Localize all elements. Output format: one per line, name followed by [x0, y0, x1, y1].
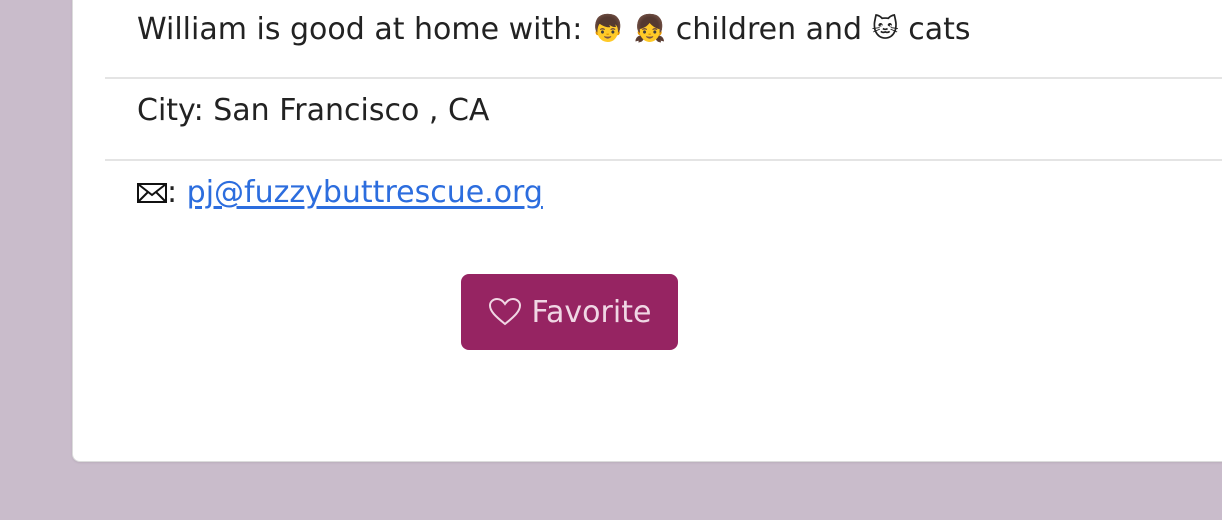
city-text: City: San Francisco , CA	[137, 93, 490, 128]
girl-emoji-icon: 👧	[633, 14, 667, 44]
heart-outline-icon	[488, 297, 521, 326]
divider	[105, 77, 1222, 79]
envelope-icon	[137, 183, 167, 203]
boy-emoji-icon: 👦	[591, 14, 625, 44]
good-with-row: William is good at home with: 👦 👧 childr…	[105, 9, 1222, 50]
children-label: children and	[675, 12, 863, 47]
cat-emoji-icon: 🐱	[871, 14, 899, 44]
email-link[interactable]: pj@fuzzybuttrescue.org	[187, 175, 543, 210]
favorite-label: Favorite	[531, 294, 652, 330]
cats-label: cats	[908, 12, 971, 47]
email-separator: :	[167, 175, 178, 210]
city-row: City: San Francisco , CA	[105, 91, 1222, 131]
favorite-button[interactable]: Favorite	[461, 274, 678, 350]
pet-details-card: William is good at home with: 👦 👧 childr…	[72, 0, 1222, 462]
good-with-text: William is good at home with:	[137, 12, 583, 47]
divider	[105, 159, 1222, 161]
email-row: : pj@fuzzybuttrescue.org	[105, 173, 1222, 213]
